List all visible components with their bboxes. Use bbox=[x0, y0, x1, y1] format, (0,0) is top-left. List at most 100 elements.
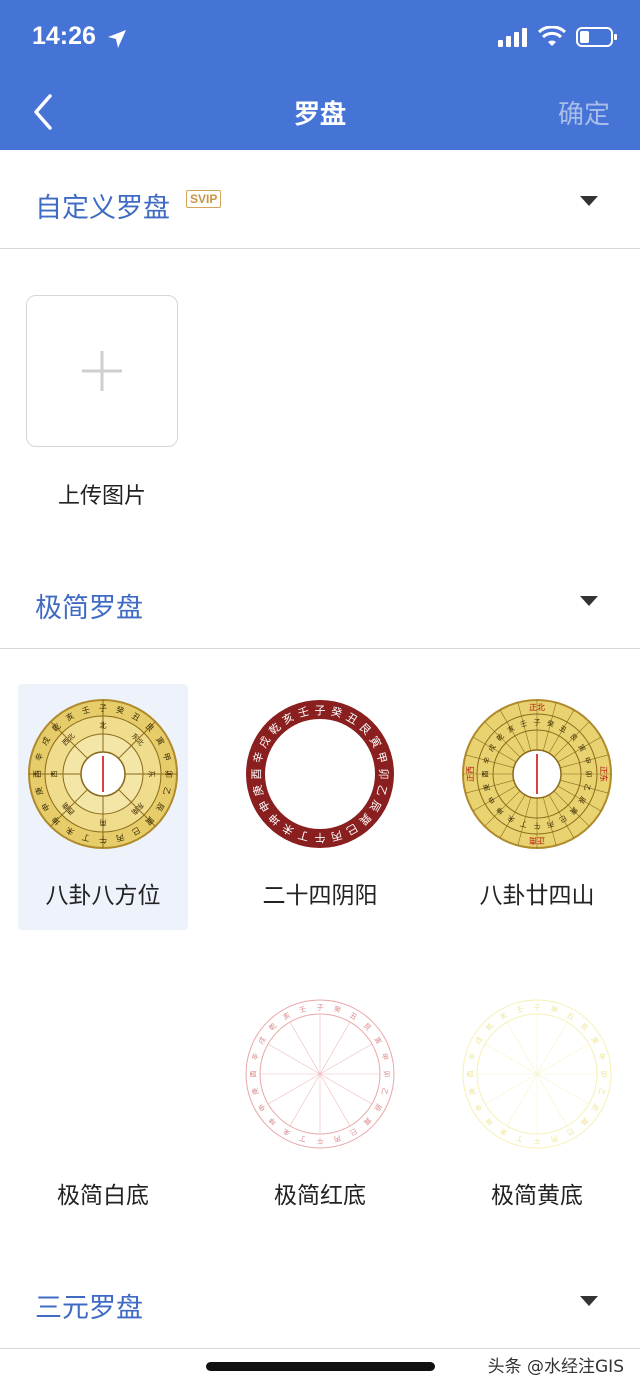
battery-icon bbox=[576, 27, 617, 47]
compass-glyph: 甲 bbox=[380, 1052, 390, 1061]
compass-glyph: 丑 bbox=[565, 1011, 575, 1021]
compass-glyph: 子 bbox=[317, 1003, 324, 1011]
compass-minimal-red-image: 子 癸丑艮寅甲卯乙辰巽巳丙午 丁未坤申庚 酉 辛戌乾亥壬 bbox=[245, 999, 395, 1149]
compass-glyph: 酉 bbox=[481, 771, 489, 778]
compass-glyph: 卯 bbox=[383, 1071, 392, 1078]
compass-glyph: 亥 bbox=[281, 1010, 292, 1021]
compass-glyph: 正南 bbox=[529, 836, 545, 846]
compass-glyph: 巳 bbox=[348, 1126, 358, 1136]
compass-glyph: 卯 bbox=[164, 770, 173, 778]
page-title: 罗盘 bbox=[293, 100, 346, 130]
signal-icon bbox=[498, 28, 527, 47]
compass-glyph: 子 bbox=[534, 718, 541, 726]
compass-glyph: 正东 bbox=[599, 766, 609, 782]
compass-glyph: 乙 bbox=[597, 1087, 607, 1096]
compass-glyph: 庚 bbox=[467, 1087, 478, 1096]
compass-glyph: 癸 bbox=[550, 1004, 559, 1015]
compass-glyph: 酉 bbox=[250, 769, 263, 780]
compass-glyph: 丁 bbox=[515, 1134, 524, 1144]
compass-glyph: 丁 bbox=[298, 1134, 307, 1144]
compass-glyph: 午 bbox=[534, 822, 541, 831]
section-header-custom[interactable]: 自定义罗盘 bbox=[0, 152, 640, 249]
tile-label: 极简黄底 bbox=[491, 1183, 583, 1209]
compass-glyph: 癸 bbox=[333, 1004, 342, 1015]
compass-glyph: 子 bbox=[534, 1003, 541, 1011]
compass-glyph: 酉 bbox=[33, 770, 42, 778]
top-bar: 14:26 罗盘 确定 bbox=[0, 0, 640, 150]
compass-glyph: 辛 bbox=[467, 1052, 478, 1061]
compass-24-yinyang-image: 子癸丑艮寅甲卯乙辰巽巳丙午丁未坤申庚酉辛戌乾亥壬 bbox=[246, 700, 394, 848]
compass-glyph: 正北 bbox=[529, 703, 545, 712]
upload-label: 上传图片 bbox=[57, 484, 146, 509]
compass-glyph: 坤 bbox=[267, 1116, 278, 1127]
compass-glyph: 艮 bbox=[579, 1022, 590, 1033]
compass-glyph: 巳 bbox=[565, 1126, 575, 1136]
compass-glyph: 乾 bbox=[484, 1021, 495, 1032]
tile-label: 八卦八方位 bbox=[45, 883, 161, 909]
compass-glyph: 午 bbox=[99, 835, 107, 845]
tile-label: 八卦廿四山 bbox=[479, 883, 595, 909]
compass-glyph: 乾 bbox=[267, 1021, 278, 1032]
plus-icon bbox=[81, 350, 122, 391]
compass-glyph: 子 bbox=[315, 704, 326, 717]
compass-glyph: 庚 bbox=[250, 1087, 261, 1096]
section-header-sanyuan[interactable]: 三元罗盘 bbox=[0, 1252, 640, 1349]
compass-glyph: 卯 bbox=[377, 769, 390, 780]
compass-glyph: 寅 bbox=[372, 1035, 383, 1046]
compass-glyph: 北 bbox=[100, 721, 107, 729]
compass-glyph: 壬 bbox=[515, 1004, 524, 1015]
compass-glyph: 辛 bbox=[250, 1052, 261, 1061]
section-title-sanyuan: 三元罗盘 bbox=[35, 1293, 143, 1324]
compass-glyph: 酉 bbox=[466, 1071, 474, 1078]
status-icons bbox=[498, 26, 618, 48]
home-indicator bbox=[206, 1362, 435, 1371]
compass-glyph: 子 bbox=[99, 704, 107, 713]
compass-glyph: 乙 bbox=[380, 1087, 390, 1096]
caret-down-icon bbox=[580, 1296, 598, 1306]
compass-glyph: 亥 bbox=[498, 1010, 509, 1021]
svip-badge: SVIP bbox=[186, 190, 222, 208]
tile-label: 极简红底 bbox=[274, 1183, 366, 1209]
caret-down-icon bbox=[580, 196, 598, 206]
compass-glyph: 酉 bbox=[249, 1071, 257, 1078]
section-title-custom: 自定义罗盘 bbox=[35, 193, 170, 224]
compass-glyph: 申 bbox=[256, 1102, 267, 1113]
compass-glyph: 戌 bbox=[256, 1035, 267, 1046]
tile-label: 二十四阴阳 bbox=[262, 883, 378, 909]
compass-glyph: 卯 bbox=[585, 771, 594, 778]
tile-24-yinyang[interactable]: 子癸丑艮寅甲卯乙辰巽巳丙午丁未坤申庚酉辛戌乾亥壬 二十四阴阳 bbox=[235, 684, 405, 930]
compass-glyph: 丑 bbox=[348, 1011, 358, 1021]
upload-image-button[interactable] bbox=[26, 295, 178, 447]
compass-glyph: 未 bbox=[498, 1126, 509, 1137]
tile-bagua-24-mountains[interactable]: 子癸丑艮寅甲卯乙辰巽巳丙午丁未坤申庚酉辛戌乾亥壬正北 正东 正南 正西 八卦廿四山 bbox=[452, 684, 622, 930]
compass-glyph: 坤 bbox=[484, 1116, 495, 1127]
compass-glyph: 寅 bbox=[589, 1035, 600, 1046]
compass-glyph: 午 bbox=[317, 1137, 324, 1146]
compass-glyph: 正西 bbox=[466, 766, 475, 782]
compass-glyph: 申 bbox=[473, 1102, 484, 1113]
compass-glyph: 艮 bbox=[362, 1022, 373, 1033]
tile-minimal-white[interactable]: 极简白底 bbox=[18, 984, 188, 1230]
compass-glyph: 西 bbox=[50, 771, 58, 778]
wifi-icon bbox=[538, 26, 566, 46]
compass-glyph: 午 bbox=[534, 1137, 541, 1146]
compass-glyph: 辰 bbox=[372, 1102, 382, 1112]
watermark: 头条 @水经注GIS bbox=[487, 1357, 624, 1377]
tile-label: 极简白底 bbox=[57, 1183, 149, 1209]
section-header-minimal[interactable]: 极简罗盘 bbox=[0, 552, 640, 649]
compass-glyph: 辰 bbox=[589, 1102, 599, 1112]
tile-bagua-eight-directions[interactable]: 子癸丑艮寅甲卯乙辰巽巳丙午丁未坤申庚酉辛戌乾亥壬北东北东东南南西南西西北 八卦八… bbox=[18, 684, 188, 930]
section-title-minimal: 极简罗盘 bbox=[35, 593, 143, 624]
compass-glyph: 东 bbox=[148, 771, 157, 778]
compass-glyph: 壬 bbox=[298, 1004, 307, 1015]
compass-glyph: 未 bbox=[281, 1126, 292, 1137]
confirm-button[interactable]: 确定 bbox=[558, 94, 610, 131]
compass-glyph: 卯 bbox=[600, 1071, 609, 1078]
status-time: 14:26 bbox=[32, 22, 96, 50]
compass-glyph: 丙 bbox=[550, 1134, 559, 1144]
compass-glyph: 戌 bbox=[473, 1035, 484, 1046]
tile-minimal-red[interactable]: 子 癸丑艮寅甲卯乙辰巽巳丙午 丁未坤申庚 酉 辛戌乾亥壬 极简红底 bbox=[235, 984, 405, 1230]
compass-glyph: 巽 bbox=[579, 1116, 590, 1127]
tile-minimal-yellow[interactable]: 子 癸丑艮寅甲卯乙辰巽巳丙午 丁未坤申庚 酉 辛戌乾亥壬 极简黄底 bbox=[452, 984, 622, 1230]
compass-minimal-white-image bbox=[27, 998, 179, 1150]
